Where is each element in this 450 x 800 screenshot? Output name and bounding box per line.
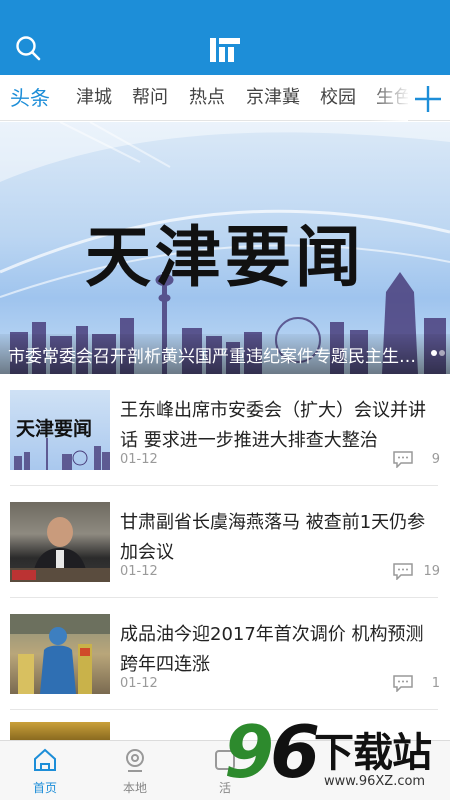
nav-home[interactable]: 首页 <box>0 741 90 800</box>
site-watermark: 9 6 下载站 www.96XZ.com <box>224 710 448 800</box>
app-logo-icon <box>208 34 242 64</box>
plus-icon <box>415 86 441 112</box>
news-item[interactable]: 天津要闻 王东峰出席市安委会（扩大）会议并讲话 要求进一步推进大排查大整治 01… <box>10 374 440 486</box>
news-title: 成品油今迎2017年首次调价 机构预测跨年四连涨 <box>120 624 424 675</box>
tab-xiaoyuan[interactable]: 校园 <box>320 75 356 121</box>
tab-fade <box>370 75 408 121</box>
news-item[interactable]: 成品油今迎2017年首次调价 机构预测跨年四连涨 01-12 1 <box>10 598 440 710</box>
search-button[interactable] <box>14 34 44 64</box>
news-title: 甘肃副省长虞海燕落马 被查前1天仍参加会议 <box>120 512 426 563</box>
news-item[interactable]: 甘肃副省长虞海燕落马 被查前1天仍参加会议 01-12 19 <box>10 486 440 598</box>
search-icon <box>16 36 41 61</box>
news-date: 01-12 <box>120 564 158 579</box>
banner-title: 天津要闻 <box>85 218 365 296</box>
watermark-url: www.96XZ.com <box>324 774 426 789</box>
news-title: 王东峰出席市安委会（扩大）会议并讲话 要求进一步推进大排查大整治 <box>120 400 426 451</box>
banner-caption: 市委常委会召开剖析黄兴国严重违纪案件专题民主生活会 <box>8 347 418 367</box>
headline-banner[interactable]: 天津要闻 市委常委会召开剖析黄兴国严重违纪案件专题民主生活会 <box>0 122 450 374</box>
add-channel-button[interactable] <box>412 79 444 117</box>
news-date: 01-12 <box>120 676 158 691</box>
news-thumbnail <box>10 502 110 582</box>
watermark-digit-6: 6 <box>270 710 321 794</box>
nav-local-label: 本地 <box>122 781 147 795</box>
thumbnail-skyline <box>14 438 110 470</box>
nav-local[interactable]: 本地 <box>90 741 180 800</box>
next-item-partial <box>10 722 110 740</box>
channel-tabs: 头条 津城 帮问 热点 京津冀 校园 生色 <box>0 75 450 121</box>
tab-headlines[interactable]: 头条 <box>10 75 50 121</box>
tab-jincheng[interactable]: 津城 <box>76 75 112 121</box>
home-icon <box>34 748 56 771</box>
nav-home-label: 首页 <box>32 781 57 795</box>
comment-icon <box>393 675 413 692</box>
comment-icon <box>393 563 413 580</box>
news-date: 01-12 <box>120 452 158 467</box>
thumbnail-photo <box>10 614 110 694</box>
carousel-indicator-dots <box>431 350 445 356</box>
comment-count: 1 <box>431 676 440 691</box>
tab-bangwen[interactable]: 帮问 <box>132 75 168 121</box>
tab-redian[interactable]: 热点 <box>189 75 225 121</box>
news-thumbnail <box>10 614 110 694</box>
tab-jingjinji[interactable]: 京津冀 <box>246 75 300 121</box>
tab-strip: 头条 津城 帮问 热点 京津冀 校园 生色 <box>0 75 408 121</box>
watermark-text: 下载站 <box>314 730 432 776</box>
app-header <box>0 0 450 75</box>
comment-count: 9 <box>431 452 440 467</box>
watermark-digit-9: 9 <box>224 710 275 794</box>
comment-count: 19 <box>423 564 440 579</box>
location-icon <box>126 749 144 772</box>
news-thumbnail: 天津要闻 <box>10 390 110 470</box>
comment-icon <box>393 451 413 468</box>
thumbnail-photo <box>10 517 110 582</box>
